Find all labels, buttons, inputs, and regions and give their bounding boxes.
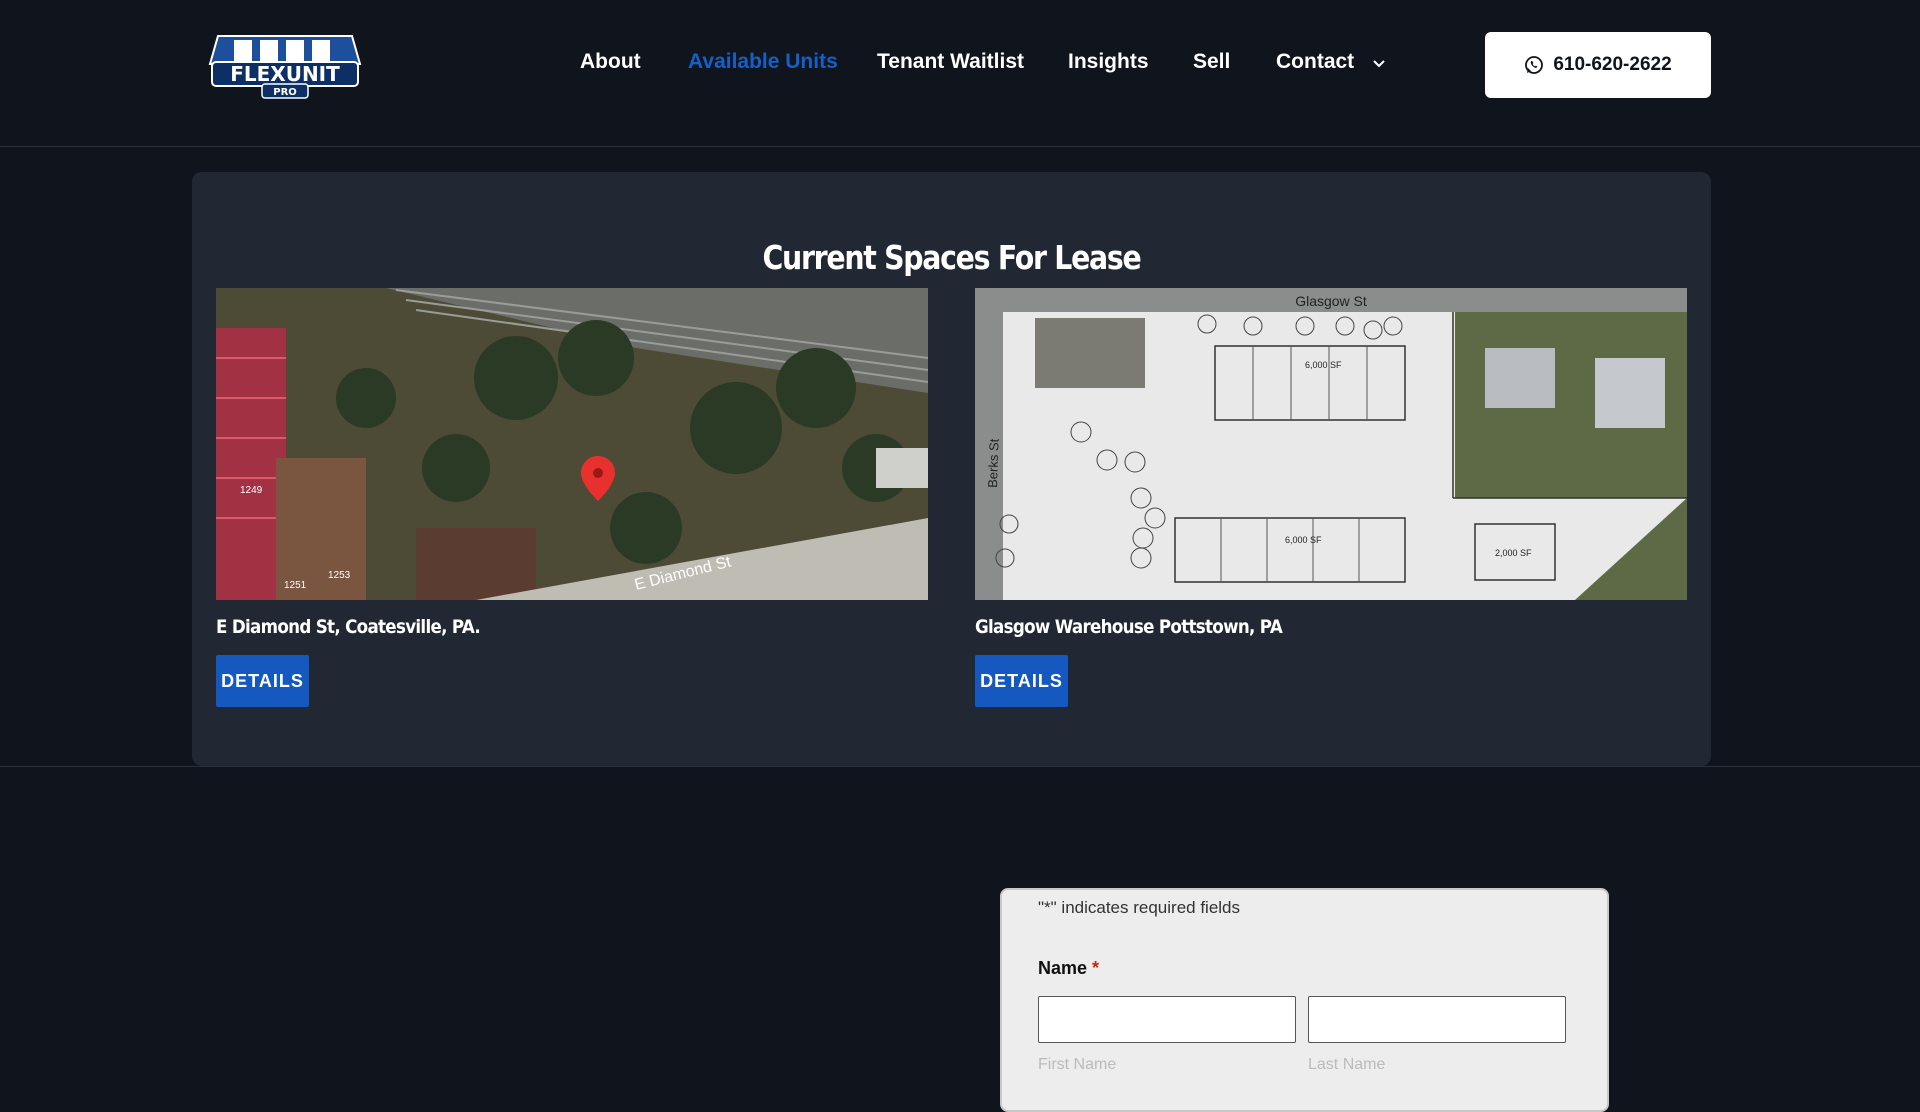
svg-text:PRO: PRO [273,87,297,98]
last-name-sublabel: Last Name [1308,1056,1386,1073]
name-label-text: Name [1038,958,1088,978]
section-divider [0,766,1920,767]
required-mark: * [1092,958,1100,978]
svg-text:6,000 SF: 6,000 SF [1285,535,1322,545]
svg-text:1253: 1253 [328,570,351,581]
section-title: Current Spaces For Lease [762,238,1142,277]
nav-contact[interactable]: Contact [1276,50,1354,74]
nav-sell[interactable]: Sell [1193,50,1230,74]
svg-text:6,000 SF: 6,000 SF [1305,360,1342,370]
phone-button[interactable]: 610-620-2622 [1485,32,1711,98]
required-fields-note: "*" indicates required fields [1038,898,1240,918]
whatsapp-icon [1525,56,1544,74]
last-name-input[interactable] [1308,996,1566,1043]
chevron-down-icon[interactable] [1372,57,1386,71]
first-name-sublabel: First Name [1038,1056,1117,1073]
details-button[interactable]: DETAILS [216,655,309,707]
listing-image-site-plan[interactable]: Glasgow St Berks St 6,000 SF 6,000 SF 2,… [975,288,1687,600]
listing-title[interactable]: E Diamond St, Coatesville, PA. [216,616,843,638]
name-label: Name * [1038,958,1099,979]
listing-title[interactable]: Glasgow Warehouse Pottstown, PA [975,616,1602,638]
svg-text:1249: 1249 [240,485,263,496]
nav-tenant-waitlist[interactable]: Tenant Waitlist [877,50,1024,74]
required-mark-quote: "*" [1038,898,1057,917]
contact-form: "*" indicates required fields Name * Fir… [1000,888,1609,1112]
listings-panel: Current Spaces For Lease E Diamond St 12… [192,172,1711,766]
listing-card: Glasgow St Berks St 6,000 SF 6,000 SF 2,… [975,288,1687,638]
phone-number: 610-620-2622 [1553,54,1672,75]
listing-image-aerial[interactable]: E Diamond St 1249 1253 1251 [216,288,928,600]
required-note-text: indicates required fields [1056,898,1241,917]
nav-available-units[interactable]: Available Units [688,50,838,74]
first-name-input[interactable] [1038,996,1296,1043]
svg-text:Glasgow St: Glasgow St [1295,293,1367,309]
site-header: FLEXUNIT PRO About Available Units Tenan… [0,0,1920,147]
details-button[interactable]: DETAILS [975,655,1068,707]
svg-text:1251: 1251 [284,580,307,591]
listing-card: E Diamond St 1249 1253 1251 E Diamond St… [216,288,928,638]
svg-text:Berks St: Berks St [985,438,1002,488]
nav-insights[interactable]: Insights [1068,50,1149,74]
nav-about[interactable]: About [580,50,641,74]
svg-text:2,000 SF: 2,000 SF [1495,548,1532,558]
